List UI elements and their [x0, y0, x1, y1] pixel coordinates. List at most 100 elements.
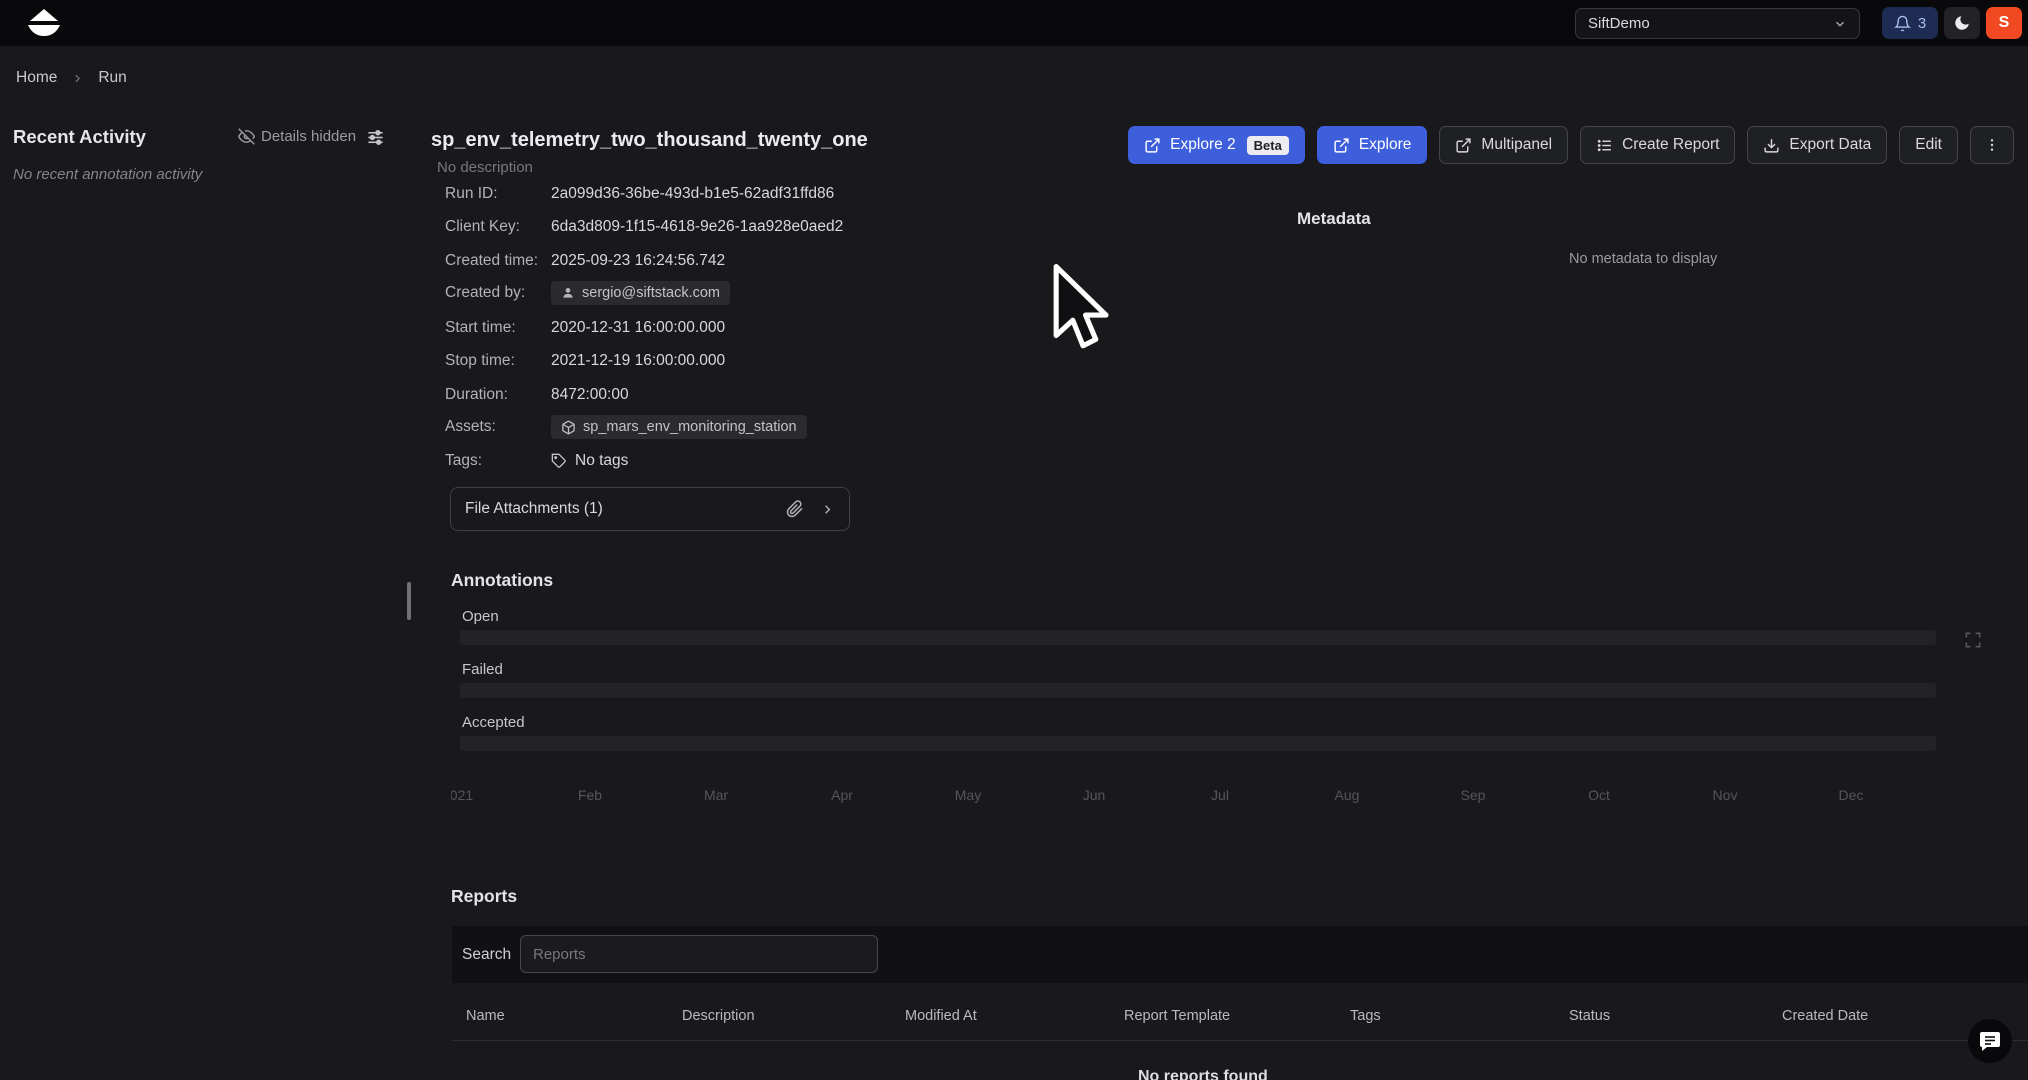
start-time-row: Start time: 2020-12-31 16:00:00.000	[445, 315, 725, 341]
asset-chip[interactable]: sp_mars_env_monitoring_station	[551, 415, 807, 439]
beta-badge: Beta	[1247, 136, 1289, 155]
stop-time-label: Stop time:	[445, 352, 551, 370]
axis-tick-may: May	[955, 787, 981, 803]
moon-icon	[1953, 14, 1971, 32]
notification-count: 3	[1918, 15, 1926, 32]
mouse-cursor	[1052, 264, 1114, 356]
edit-button[interactable]: Edit	[1899, 126, 1958, 164]
assets-row: Assets: sp_mars_env_monitoring_station	[445, 414, 807, 440]
axis-tick-2021: 2021	[451, 787, 473, 803]
top-bar: SiftDemo 3 S	[0, 0, 2028, 46]
column-report-template[interactable]: Report Template	[1124, 1008, 1230, 1024]
created-time-row: Created time: 2025-09-23 16:24:56.742	[445, 248, 725, 274]
annotation-track-failed	[460, 683, 1936, 698]
run-title: sp_env_telemetry_two_thousand_twenty_one	[431, 129, 868, 152]
run-id-label: Run ID:	[445, 185, 551, 203]
more-options-button[interactable]	[1970, 126, 2014, 164]
run-id-row: Run ID: 2a099d36-36be-493d-b1e5-62adf31f…	[445, 181, 834, 207]
file-attachments-label: File Attachments (1)	[465, 500, 603, 518]
column-modified-at[interactable]: Modified At	[905, 1008, 977, 1024]
client-key-value: 6da3d809-1f15-4618-9e26-1aa928e0aed2	[551, 218, 843, 236]
run-description: No description	[437, 159, 533, 176]
export-data-label: Export Data	[1789, 136, 1871, 154]
created-by-value: sergio@siftstack.com	[582, 285, 720, 301]
axis-tick-oct: Oct	[1588, 787, 1610, 803]
lane-label-accepted: Accepted	[462, 714, 525, 731]
scrollbar-thumb[interactable]	[407, 582, 411, 620]
duration-row: Duration: 8472:00:00	[445, 382, 629, 408]
create-report-button[interactable]: Create Report	[1580, 126, 1735, 164]
notifications-button[interactable]: 3	[1882, 7, 1938, 39]
client-key-label: Client Key:	[445, 218, 551, 236]
tags-label: Tags:	[445, 452, 551, 470]
breadcrumb-home[interactable]: Home	[16, 69, 57, 87]
filter-sliders-icon[interactable]	[366, 128, 385, 147]
created-by-row: Created by: sergio@siftstack.com	[445, 280, 730, 306]
asset-name: sp_mars_env_monitoring_station	[583, 419, 797, 435]
explore-button[interactable]: Explore	[1317, 126, 1428, 164]
external-link-icon	[1144, 137, 1161, 154]
reports-search-input[interactable]	[520, 935, 878, 973]
tag-icon	[551, 453, 567, 469]
created-time-label: Created time:	[445, 252, 551, 270]
annotations-title: Annotations	[451, 570, 553, 591]
axis-tick-sep: Sep	[1461, 787, 1486, 803]
reports-empty-text: No reports found	[1138, 1068, 1268, 1080]
assets-label: Assets:	[445, 418, 551, 436]
metadata-title: Metadata	[1297, 209, 1371, 229]
explore2-label: Explore 2	[1170, 136, 1235, 154]
reports-toolbar: Search	[452, 926, 2028, 983]
lane-label-open: Open	[462, 608, 499, 625]
column-description[interactable]: Description	[682, 1008, 755, 1024]
column-status[interactable]: Status	[1569, 1008, 1610, 1024]
start-time-value: 2020-12-31 16:00:00.000	[551, 319, 725, 337]
breadcrumb-run[interactable]: Run	[98, 69, 126, 87]
details-hidden-toggle[interactable]: Details hidden	[238, 128, 356, 145]
fit-view-icon[interactable]	[1963, 630, 1983, 650]
axis-tick-nov: Nov	[1713, 787, 1738, 803]
org-select-value: SiftDemo	[1588, 15, 1650, 32]
search-label: Search	[462, 946, 511, 964]
client-key-row: Client Key: 6da3d809-1f15-4618-9e26-1aa9…	[445, 214, 843, 240]
recent-activity-empty: No recent annotation activity	[13, 166, 202, 183]
multipanel-button[interactable]: Multipanel	[1439, 126, 1568, 164]
siftstack-logo-icon[interactable]	[26, 8, 62, 38]
chevron-right-icon	[71, 72, 84, 85]
user-avatar[interactable]: S	[1986, 7, 2022, 39]
multipanel-label: Multipanel	[1481, 136, 1552, 154]
axis-tick-aug: Aug	[1335, 787, 1360, 803]
chat-bubble-icon	[1978, 1029, 2002, 1053]
axis-tick-jun: Jun	[1083, 787, 1106, 803]
breadcrumb: Home Run	[16, 69, 127, 87]
column-created-date[interactable]: Created Date	[1782, 1008, 1868, 1024]
stop-time-row: Stop time: 2021-12-19 16:00:00.000	[445, 348, 725, 374]
person-icon	[561, 286, 575, 300]
created-by-label: Created by:	[445, 284, 551, 302]
column-name[interactable]: Name	[466, 1008, 505, 1024]
created-time-value: 2025-09-23 16:24:56.742	[551, 252, 725, 270]
export-data-button[interactable]: Export Data	[1747, 126, 1887, 164]
org-select[interactable]: SiftDemo	[1575, 8, 1860, 39]
file-attachments-button[interactable]: File Attachments (1)	[450, 487, 850, 531]
cube-icon	[561, 420, 576, 435]
external-link-icon	[1455, 137, 1472, 154]
chat-support-button[interactable]	[1968, 1019, 2012, 1063]
paperclip-icon	[786, 500, 804, 518]
reports-title: Reports	[451, 886, 517, 907]
annotation-track-open	[460, 630, 1936, 645]
tags-value: No tags	[575, 452, 628, 470]
explore2-button[interactable]: Explore 2 Beta	[1128, 126, 1305, 164]
explore-label: Explore	[1359, 136, 1412, 154]
kebab-menu-icon	[1984, 137, 2000, 153]
theme-toggle-button[interactable]	[1944, 7, 1980, 39]
timeline-axis: 2021 Feb Mar Apr May Jun Jul Aug Sep Oct…	[451, 787, 1931, 805]
axis-tick-apr: Apr	[831, 787, 853, 803]
axis-tick-feb: Feb	[578, 787, 602, 803]
column-tags[interactable]: Tags	[1350, 1008, 1381, 1024]
axis-tick-mar: Mar	[704, 787, 728, 803]
duration-label: Duration:	[445, 386, 551, 404]
metadata-empty: No metadata to display	[1569, 251, 1717, 267]
start-time-label: Start time:	[445, 319, 551, 337]
tags-row: Tags: No tags	[445, 448, 628, 474]
run-id-value: 2a099d36-36be-493d-b1e5-62adf31ffd86	[551, 185, 834, 203]
